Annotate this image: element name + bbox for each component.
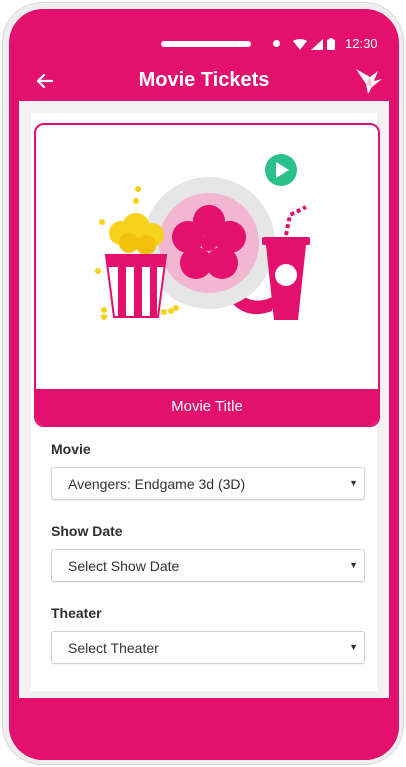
movie-preview-card: Movie Title — [34, 123, 380, 427]
movie-label: Movie — [51, 441, 91, 457]
show-date-select-value: Select Show Date — [68, 558, 180, 574]
chevron-down-icon: ▼ — [349, 642, 358, 652]
wifi-icon — [293, 38, 307, 50]
film-reel-icon — [143, 177, 276, 315]
booking-sheet: Movie Title Movie Avengers: Endgame 3d (… — [31, 113, 380, 691]
bird-logo-icon — [354, 67, 384, 95]
theater-field: Theater Select Theater ▼ — [51, 605, 365, 664]
app-title: Movie Tickets — [138, 69, 270, 91]
content-area: Movie Title Movie Avengers: Endgame 3d (… — [19, 101, 389, 698]
phone-screen: 12:30 Movie Tickets Movie Title Movie Av… — [9, 9, 399, 760]
theater-select-value: Select Theater — [68, 640, 159, 656]
movie-select[interactable]: Avengers: Endgame 3d (3D) ▼ — [51, 467, 365, 500]
chevron-down-icon: ▼ — [349, 560, 358, 570]
movie-field: Movie Avengers: Endgame 3d (3D) ▼ — [51, 441, 365, 500]
play-button[interactable] — [265, 154, 297, 186]
show-date-label: Show Date — [51, 523, 123, 539]
theater-select[interactable]: Select Theater ▼ — [51, 631, 365, 664]
status-icons — [293, 38, 335, 50]
status-time: 12:30 — [345, 36, 378, 51]
app-bar: Movie Tickets — [9, 61, 399, 101]
movie-title-caption: Movie Title — [36, 389, 378, 425]
signal-icon — [311, 38, 323, 50]
bottom-band — [9, 698, 399, 760]
show-date-field: Show Date Select Show Date ▼ — [51, 523, 365, 582]
chevron-down-icon: ▼ — [349, 478, 358, 488]
status-bar: 12:30 — [9, 9, 399, 57]
phone-frame: 12:30 Movie Tickets Movie Title Movie Av… — [2, 2, 404, 765]
theater-label: Theater — [51, 605, 102, 621]
speaker-grille — [161, 41, 251, 47]
movie-illustration — [95, 154, 310, 320]
show-date-select[interactable]: Select Show Date ▼ — [51, 549, 365, 582]
camera-dot — [273, 40, 280, 47]
battery-icon — [327, 38, 335, 50]
movie-select-value: Avengers: Endgame 3d (3D) — [68, 476, 246, 492]
